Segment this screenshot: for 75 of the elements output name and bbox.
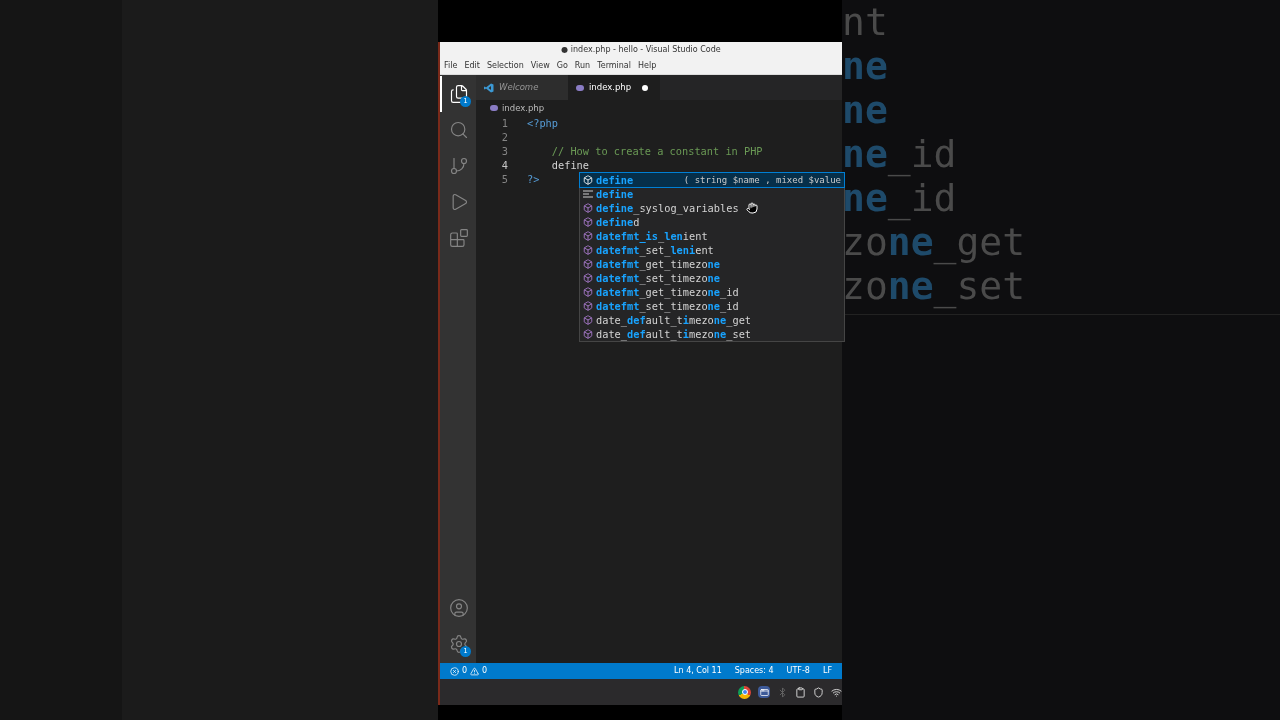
menu-item[interactable]: Edit (464, 60, 480, 72)
blurred-code-line: ne_id (842, 132, 958, 176)
menu-item[interactable]: Terminal (597, 60, 631, 72)
window-title: ● index.php - hello - Visual Studio Code (561, 44, 721, 56)
status-item[interactable]: LF (822, 665, 832, 677)
clipboard-icon[interactable] (795, 686, 806, 698)
snippet-icon (583, 190, 593, 198)
line-number: 4 (500, 158, 508, 172)
code-line: // How to create a constant in PHP (550, 144, 763, 158)
code-line: <?php (527, 116, 558, 130)
cube-icon (583, 203, 593, 213)
suggestion-item[interactable]: defined (580, 215, 844, 229)
blurred-code-line: ne_id (842, 176, 958, 220)
menu-item[interactable]: Run (574, 60, 591, 72)
status-item[interactable]: UTF-8 (786, 665, 810, 677)
blurred-code-line: zone_get (842, 220, 1027, 264)
shield-icon[interactable] (813, 686, 824, 698)
window-icon[interactable] (758, 686, 770, 698)
suggestion-item[interactable]: datefmt_set_timezone_id (580, 299, 844, 313)
cube-icon (583, 315, 593, 325)
branch-icon (449, 156, 469, 176)
suggestion-item[interactable]: datefmt_set_lenient (580, 243, 844, 257)
suggestion-item[interactable]: define ( string $name , mixed $value (580, 173, 844, 187)
logo-icon (484, 82, 494, 93)
cube-icon (583, 273, 593, 283)
suggestion-item[interactable]: define_syslog_variables (580, 201, 844, 215)
status-item[interactable]: Ln 4, Col 11 (674, 665, 722, 677)
menu-item[interactable]: Help (638, 60, 657, 72)
suggestion-item[interactable]: datefmt_set_timezone (580, 271, 844, 285)
pointer-icon (746, 202, 758, 214)
breadcrumb[interactable]: index.php (502, 101, 545, 115)
menu-item[interactable]: View (530, 60, 550, 72)
error-icon (450, 666, 459, 676)
account-icon (449, 598, 469, 618)
bluetooth-icon[interactable] (777, 686, 788, 698)
warning-icon (470, 666, 480, 676)
editor-tab[interactable]: index.php (568, 75, 660, 100)
cube-icon (583, 217, 593, 227)
blurred-code-line: zone_set (842, 264, 1027, 308)
suggestion-item[interactable]: date_default_timezone_get (580, 313, 844, 327)
browser-icon[interactable] (738, 685, 751, 699)
menu-item[interactable]: File (444, 60, 458, 72)
suggestion-detail: ( string $name , mixed $value (683, 174, 841, 187)
blurred-code-line: nt (842, 0, 889, 44)
wifi-icon[interactable] (831, 686, 842, 698)
cube-icon (583, 231, 593, 241)
search-icon (449, 120, 469, 140)
suggestion-item[interactable]: datefmt_get_timezone (580, 257, 844, 271)
code-line: define (550, 158, 589, 172)
settings-icon (449, 634, 469, 654)
line-number: 1 (500, 116, 508, 130)
suggestion-item[interactable]: date_default_timezone_set (580, 327, 844, 341)
blurred-code-line: ne (842, 44, 889, 88)
extensions-icon (449, 228, 469, 248)
cube-icon (583, 175, 593, 185)
editor-tab[interactable]: Welcome (476, 75, 568, 100)
cube-icon (583, 245, 593, 255)
line-number: 2 (500, 130, 508, 144)
files-icon (449, 84, 469, 104)
cube-icon (583, 287, 593, 297)
warning-count[interactable]: 0 (482, 665, 488, 677)
cube-icon (583, 329, 593, 339)
suggestion-item[interactable]: datefmt_is_lenient (580, 229, 844, 243)
status-item[interactable]: Spaces: 4 (734, 665, 774, 677)
cube-icon (583, 301, 593, 311)
line-number: 5 (500, 172, 508, 186)
menu-item[interactable]: Selection (486, 60, 524, 72)
line-number: 3 (500, 144, 508, 158)
blurred-code-line: ne (842, 88, 889, 132)
cube-icon (583, 259, 593, 269)
code-line: ?> (527, 172, 540, 186)
suggestion-item[interactable]: datefmt_get_timezone_id (580, 285, 844, 299)
menu-item[interactable]: Go (556, 60, 568, 72)
suggestion-item[interactable]: define (580, 187, 844, 201)
error-count[interactable]: 0 (462, 665, 468, 677)
